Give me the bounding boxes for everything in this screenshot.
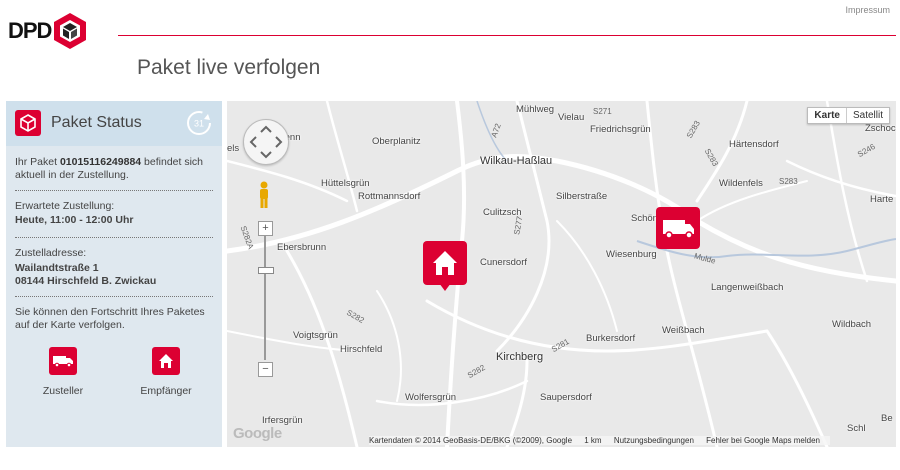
map-data-attribution: Kartendaten © 2014 GeoBasis-DE/BKG (©200… <box>369 436 573 445</box>
dpd-logo[interactable]: DPD <box>8 12 87 50</box>
map-label-muehlweg: Mühlweg <box>516 104 555 115</box>
refresh-countdown-icon[interactable]: 31 <box>186 110 212 136</box>
status-panel: Paket Status 31 Ihr Paket 01015116249884… <box>6 101 222 447</box>
recipient-map-marker[interactable] <box>423 241 467 291</box>
map-terms-link[interactable]: Nutzungsbedingungen <box>614 436 694 445</box>
site-header: DPD Impressum Paket live verfolgen <box>0 0 900 100</box>
map-label-zschocken: Zschoc <box>865 123 896 134</box>
pegman-icon[interactable] <box>257 181 271 209</box>
map-label-wolfersgruen: Wolfersgrün <box>405 392 457 403</box>
zoom-slider-handle[interactable] <box>258 267 274 274</box>
page-title: Paket live verfolgen <box>137 56 321 79</box>
map-attribution: Kartendaten © 2014 GeoBasis-DE/BKG (©200… <box>369 436 830 445</box>
address-label: Zustelladresse: <box>15 247 87 259</box>
map-label-wildenfels: Wildenfels <box>719 178 763 189</box>
recipient-button[interactable]: Empfänger <box>126 347 206 397</box>
zoom-in-button[interactable]: + <box>258 221 273 236</box>
map-label-weissbach: Weißbach <box>662 325 705 336</box>
package-icon <box>15 110 41 136</box>
parcel-status-text: Ihr Paket 01015116249884 befindet sich a… <box>15 156 204 181</box>
status-panel-title: Paket Status <box>51 114 142 131</box>
house-icon <box>433 251 457 275</box>
map-label-kirchberg: Kirchberg <box>496 351 544 363</box>
map-label-cunersdorf: Cunersdorf <box>480 257 527 268</box>
divider <box>15 190 213 191</box>
map-label-hartenstein: Harte <box>870 194 894 205</box>
zoom-slider-track[interactable] <box>264 236 266 360</box>
zoom-out-button[interactable]: − <box>258 362 273 377</box>
courier-label: Zusteller <box>42 385 84 397</box>
refresh-count: 31 <box>194 119 204 129</box>
map-label-saupersdorf: Saupersdorf <box>540 392 592 403</box>
map-label-ebersbrunn: Ebersbrunn <box>277 242 327 253</box>
pan-arrows-icon <box>249 125 283 159</box>
map-type-control: Karte Satellit <box>807 107 890 124</box>
header-divider <box>118 35 896 36</box>
map-label-huettelsgruen: Hüttelsgrün <box>321 178 370 189</box>
map-label-vielau: Vielau <box>558 112 585 123</box>
map-label-burkersdorf: Burkersdorf <box>586 333 636 344</box>
map-view[interactable]: Mühlweg Vielau Friedrichsgrün Härtensdor… <box>227 101 896 447</box>
map-label-hirschfeld: Hirschfeld <box>340 344 383 355</box>
house-icon <box>152 347 180 375</box>
map-road-s283c: S283 <box>779 177 798 186</box>
logo-text: DPD <box>8 18 52 43</box>
courier-button[interactable]: Zusteller <box>23 347 103 397</box>
map-label-haertensdorf: Härtensdorf <box>729 139 779 150</box>
parcel-number: 01015116249884 <box>59 156 142 168</box>
courier-map-marker[interactable] <box>656 207 700 249</box>
delivery-time: Heute, 11:00 - 12:00 Uhr <box>15 214 134 226</box>
delivery-label: Erwartete Zustellung: <box>15 200 115 212</box>
map-label-rottmannsdorf: Rottmannsdorf <box>358 191 421 202</box>
map-scale: 1 km <box>584 436 602 445</box>
address-street: Wailandtstraße 1 <box>15 262 99 274</box>
track-hint: Sie können den Fortschritt Ihres Paketes… <box>15 306 205 331</box>
map-label-friedrichsgruen: Friedrichsgrün <box>590 124 651 135</box>
dpd-cube-icon <box>54 13 87 49</box>
map-type-map-button[interactable]: Karte <box>808 108 847 123</box>
map-label-oberplanitz: Oberplanitz <box>372 136 421 147</box>
divider <box>15 237 213 238</box>
map-label-els: els <box>227 143 240 154</box>
impressum-link[interactable]: Impressum <box>845 5 890 15</box>
map-label-schoenau: Schön <box>631 213 658 224</box>
recipient-label: Empfänger <box>140 385 192 397</box>
google-logo[interactable]: Google <box>233 425 282 442</box>
map-label-wiesenburg: Wiesenburg <box>606 249 657 260</box>
map-label-silberstrasse: Silberstraße <box>556 191 608 202</box>
status-panel-header: Paket Status 31 <box>6 101 222 146</box>
map-label-langenweissbach: Langenweißbach <box>711 282 784 293</box>
map-label-voigtsgruen: Voigtsgrün <box>293 330 338 341</box>
map-type-satellite-button[interactable]: Satellit <box>847 108 889 123</box>
map-label-wildbach: Wildbach <box>832 319 872 330</box>
map-label-be: Be <box>881 413 893 424</box>
truck-icon <box>49 347 77 375</box>
address-city: 08144 Hirschfeld B. Zwickau <box>15 275 157 287</box>
map-label-wilkau: Wilkau-Haßlau <box>480 155 553 167</box>
divider <box>15 296 213 297</box>
map-label-schl: Schl <box>847 423 866 434</box>
map-report-link[interactable]: Fehler bei Google Maps melden <box>706 436 820 445</box>
map-road-s271: S271 <box>593 107 612 116</box>
pan-control[interactable] <box>243 119 289 165</box>
truck-icon <box>663 220 694 239</box>
